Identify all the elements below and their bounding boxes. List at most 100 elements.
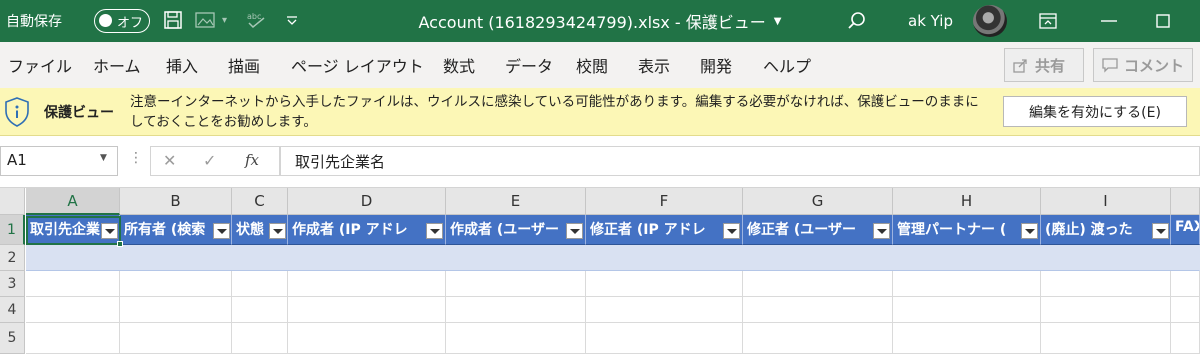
column-header-j[interactable]: [1171, 188, 1200, 215]
cell[interactable]: [232, 297, 288, 323]
table-row[interactable]: [26, 245, 1200, 271]
cancel-icon[interactable]: ✕: [163, 151, 176, 170]
avatar[interactable]: [973, 5, 1007, 37]
menu-view[interactable]: 表示: [638, 53, 670, 77]
menu-draw[interactable]: 描画: [228, 53, 260, 77]
menu-file[interactable]: ファイル: [8, 53, 72, 77]
column-header-a[interactable]: A: [26, 188, 120, 215]
share-button[interactable]: 共有: [1004, 48, 1084, 82]
search-icon[interactable]: [846, 10, 868, 38]
filter-dropdown-icon[interactable]: [723, 223, 740, 239]
cell[interactable]: [120, 323, 232, 354]
table-header-cell[interactable]: 所有者 (検索: [120, 215, 232, 245]
insert-function-icon[interactable]: fx: [245, 151, 259, 169]
minimize-icon[interactable]: [1082, 0, 1136, 42]
comment-button[interactable]: コメント: [1093, 48, 1193, 82]
cell[interactable]: [446, 271, 586, 297]
table-header-cell[interactable]: 修正者 (IP アドレ: [586, 215, 743, 245]
cell[interactable]: [120, 271, 232, 297]
table-header-cell[interactable]: 取引先企業: [26, 215, 120, 245]
cell[interactable]: [1171, 271, 1200, 297]
chevron-down-icon[interactable]: ▾: [222, 10, 227, 32]
filter-dropdown-icon[interactable]: [1152, 223, 1169, 239]
menu-help[interactable]: ヘルプ: [763, 53, 811, 77]
filter-dropdown-icon[interactable]: [269, 223, 286, 239]
cell[interactable]: [586, 297, 743, 323]
row-header-5[interactable]: 5: [0, 323, 25, 354]
cell[interactable]: [26, 297, 120, 323]
menu-developer[interactable]: 開発: [700, 53, 732, 77]
cell[interactable]: [288, 271, 446, 297]
spelling-check-icon[interactable]: abc: [246, 10, 268, 36]
table-header-cell[interactable]: 作成者 (ユーザー: [446, 215, 586, 245]
formula-input[interactable]: 取引先企業名: [280, 146, 1200, 176]
fill-handle[interactable]: [117, 241, 123, 247]
cell[interactable]: [232, 323, 288, 354]
filter-dropdown-icon[interactable]: [101, 223, 118, 239]
table-header-cell[interactable]: 作成者 (IP アドレ: [288, 215, 446, 245]
filter-dropdown-icon[interactable]: [873, 223, 890, 239]
column-header-h[interactable]: H: [893, 188, 1041, 215]
menu-data[interactable]: データ: [505, 53, 553, 77]
menu-formulas[interactable]: 数式: [443, 53, 475, 77]
cell[interactable]: [1041, 323, 1171, 354]
cell[interactable]: [446, 297, 586, 323]
filter-dropdown-icon[interactable]: [213, 223, 230, 239]
table-header-cell[interactable]: (廃止) 渡った: [1041, 215, 1171, 245]
autosave-toggle[interactable]: オフ: [94, 9, 150, 33]
row-header-1[interactable]: 1: [0, 215, 25, 245]
name-box-dropdown-icon[interactable]: ▼: [100, 153, 107, 163]
cell[interactable]: [288, 297, 446, 323]
cell[interactable]: [586, 271, 743, 297]
column-header-f[interactable]: F: [586, 188, 743, 215]
cell[interactable]: [288, 323, 446, 354]
cell[interactable]: [26, 271, 120, 297]
cell[interactable]: [446, 323, 586, 354]
enable-editing-button[interactable]: 編集を有効にする(E): [1003, 96, 1187, 127]
cell[interactable]: [893, 323, 1041, 354]
enter-icon[interactable]: ✓: [203, 151, 216, 170]
user-name[interactable]: ak Yip: [908, 0, 953, 42]
cell[interactable]: [1041, 297, 1171, 323]
cell[interactable]: [743, 323, 893, 354]
cell[interactable]: [586, 323, 743, 354]
column-header-d[interactable]: D: [288, 188, 446, 215]
cell[interactable]: [1041, 271, 1171, 297]
column-header-g[interactable]: G: [743, 188, 893, 215]
customize-toolbar-icon[interactable]: [285, 10, 299, 37]
row-header-4[interactable]: 4: [0, 297, 25, 323]
title-dropdown-icon[interactable]: ▼: [774, 16, 782, 27]
menu-review[interactable]: 校閲: [576, 53, 608, 77]
menu-insert[interactable]: 挿入: [166, 53, 198, 77]
maximize-icon[interactable]: [1136, 0, 1190, 42]
row-header-2[interactable]: 2: [0, 245, 25, 271]
table-header-cell[interactable]: FAX: [1171, 215, 1200, 245]
column-header-e[interactable]: E: [446, 188, 586, 215]
cell[interactable]: [1171, 297, 1200, 323]
filter-dropdown-icon[interactable]: [566, 223, 583, 239]
cell[interactable]: [893, 271, 1041, 297]
cell[interactable]: [743, 297, 893, 323]
more-icon[interactable]: ⋮: [129, 150, 143, 166]
row-header-3[interactable]: 3: [0, 271, 25, 297]
select-all-corner[interactable]: [0, 188, 25, 215]
column-header-c[interactable]: C: [232, 188, 288, 215]
menu-page-layout[interactable]: ページ レイアウト: [291, 53, 424, 77]
filter-dropdown-icon[interactable]: [426, 223, 443, 239]
cell[interactable]: [893, 297, 1041, 323]
table-header-cell[interactable]: 状態: [232, 215, 288, 245]
picture-icon[interactable]: [195, 10, 217, 36]
menu-home[interactable]: ホーム: [93, 53, 141, 77]
filter-dropdown-icon[interactable]: [1021, 223, 1038, 239]
cell[interactable]: [232, 271, 288, 297]
table-header-cell[interactable]: 修正者 (ユーザー: [743, 215, 893, 245]
column-header-b[interactable]: B: [120, 188, 232, 215]
ribbon-display-options-icon[interactable]: [1021, 0, 1075, 42]
column-header-i[interactable]: I: [1041, 188, 1171, 215]
table-header-cell[interactable]: 管理パートナー (: [893, 215, 1041, 245]
cell[interactable]: [120, 297, 232, 323]
cell[interactable]: [26, 323, 120, 354]
cell[interactable]: [743, 271, 893, 297]
cell[interactable]: [1171, 323, 1200, 354]
save-icon[interactable]: [163, 10, 183, 36]
